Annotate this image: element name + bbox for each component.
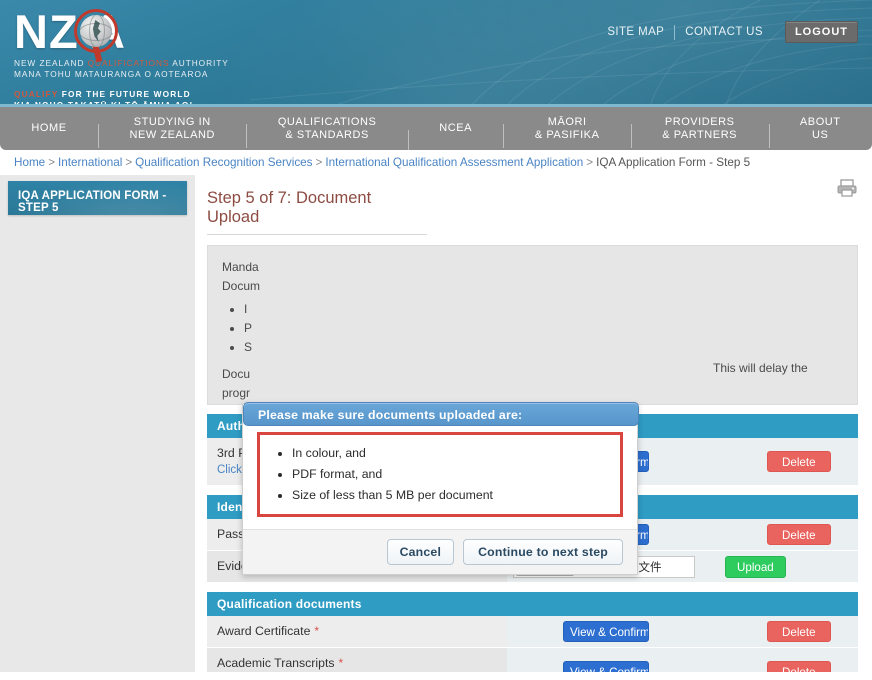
breadcrumb-separator: > (586, 156, 594, 169)
required-asterisk: * (338, 656, 344, 670)
intro-bullet-list: I P S (222, 300, 843, 357)
nav-item-ncea[interactable]: NCEA (407, 122, 504, 154)
upload-button[interactable]: Upload (725, 555, 786, 578)
breadcrumb-separator: > (125, 156, 133, 169)
logo-wordmark: NZ A (14, 5, 314, 63)
document-name: Award Certificate (217, 624, 311, 638)
nav-label: STUDYING IN (133, 116, 211, 128)
section-heading: Qualification documents (207, 592, 858, 616)
nav-item-qualifications-and-standards[interactable]: QUALIFICATIONS & STANDARDS (246, 116, 407, 148)
site-header-banner: NZ A NEW ZEALAND QUALIFICATIONS AUTHORIT… (0, 0, 872, 107)
nav-label-2: US (812, 128, 829, 141)
contact-us-link[interactable]: CONTACT US (675, 26, 773, 38)
nav-label: MĀORI (547, 116, 587, 128)
document-name: Academic Transcripts (217, 656, 335, 670)
intro-line-2: Docum (222, 279, 261, 293)
breadcrumb-item-international-qualification-assessment-application[interactable]: International Qualification Assessment A… (325, 156, 583, 169)
requirements-list: In colour, and PDF format, and Size of l… (270, 443, 610, 506)
nav-item-home[interactable]: HOME (0, 122, 98, 135)
note-right-fragment: This will delay the (713, 361, 808, 375)
list-item: Size of less than 5 MB per document (292, 485, 610, 506)
requirements-alert-box: In colour, and PDF format, and Size of l… (257, 432, 623, 517)
new-zealand-map-icon (92, 20, 101, 42)
breadcrumb-separator: > (315, 156, 323, 169)
nav-item-providers-and-partners[interactable]: PROVIDERS & PARTNERS (630, 116, 769, 148)
row-actions: View & Confirm Delete (507, 616, 858, 647)
nav-label-2: NEW ZEALAND (129, 128, 215, 141)
nav-label-2: & STANDARDS (285, 128, 369, 141)
globe-icon (80, 15, 112, 47)
intro-bullet: S (244, 338, 843, 357)
breadcrumb-item-international[interactable]: International (58, 156, 122, 169)
header-utility-links: SITE MAP CONTACT US LOGOUT (597, 21, 858, 43)
list-item: In colour, and (292, 443, 610, 464)
dialog-title: Please make sure documents uploaded are: (243, 402, 639, 426)
document-requirements-dialog: Please make sure documents uploaded are:… (242, 402, 639, 575)
page-title: Step 5 of 7: Document Upload (207, 175, 427, 235)
note-line-2: progr (222, 386, 251, 400)
main-navigation: HOME STUDYING IN NEW ZEALAND QUALIFICATI… (0, 107, 872, 154)
printer-icon[interactable] (836, 178, 858, 198)
view-and-confirm-button[interactable]: View & Confirm (563, 621, 649, 642)
sidebar-header-iqa-application-form: IQA APPLICATION FORM - STEP 5 (8, 181, 187, 215)
nzqa-logo[interactable]: NZ A NEW ZEALAND QUALIFICATIONS AUTHORIT… (14, 5, 314, 108)
intro-line-1: Manda (222, 260, 259, 274)
nav-label: HOME (31, 122, 67, 135)
logo-subtitle-line2: MANA TOHU MATAURANGA O AOTEAROA (14, 69, 209, 79)
breadcrumb-current: IQA Application Form - Step 5 (596, 156, 751, 169)
cancel-button[interactable]: Cancel (386, 539, 455, 565)
site-map-link[interactable]: SITE MAP (597, 26, 674, 38)
intro-bullet: P (244, 319, 843, 338)
continue-to-next-step-button[interactable]: Continue to next step (463, 539, 623, 565)
nav-item-studying-in-new-zealand[interactable]: STUDYING IN NEW ZEALAND (98, 116, 246, 148)
breadcrumb-item-qualification-recognition-services[interactable]: Qualification Recognition Services (135, 156, 312, 169)
intro-bullet: I (244, 300, 843, 319)
logo-letters: NZ A (14, 5, 126, 58)
logo-q-globe-mark (70, 8, 124, 63)
logout-button[interactable]: LOGOUT (784, 21, 858, 43)
logo-subtitle-line1: NEW ZEALAND QUALIFICATIONS AUTHORITY (14, 58, 229, 68)
nav-label-2: & PASIFIKA (534, 128, 600, 141)
delete-button[interactable]: Delete (767, 621, 831, 642)
intro-panel: Manda Docum I P S Docu progr This will d… (207, 245, 858, 405)
page-body: IQA APPLICATION FORM - STEP 5 Step 5 of … (0, 175, 872, 680)
nav-label: QUALIFICATIONS (277, 116, 377, 128)
table-row: Award Certificate * View & Confirm Delete (207, 616, 858, 648)
breadcrumb-separator: > (48, 156, 56, 169)
nav-label-2: & PARTNERS (662, 128, 738, 141)
list-item: PDF format, and (292, 464, 610, 485)
document-label: Award Certificate * (207, 616, 507, 647)
delete-button[interactable]: Delete (767, 451, 831, 472)
breadcrumb-item-home[interactable]: Home (14, 156, 45, 169)
sidebar: IQA APPLICATION FORM - STEP 5 (0, 175, 195, 673)
nav-label: ABOUT (799, 116, 841, 128)
page-bottom-strip (0, 672, 872, 680)
nav-item-maori-and-pasifika[interactable]: MĀORI & PASIFIKA (503, 116, 630, 148)
nav-item-about-us[interactable]: ABOUT US (768, 116, 872, 148)
nav-label: PROVIDERS (664, 116, 735, 128)
delete-button[interactable]: Delete (767, 524, 831, 545)
dialog-footer: Cancel Continue to next step (243, 529, 637, 574)
section-qualification-documents: Qualification documents Award Certificat… (207, 592, 858, 680)
required-asterisk: * (314, 624, 320, 638)
breadcrumb: Home > International > Qualification Recogni… (0, 150, 872, 175)
download-link[interactable]: Click (217, 464, 242, 476)
nav-label: NCEA (439, 122, 473, 135)
